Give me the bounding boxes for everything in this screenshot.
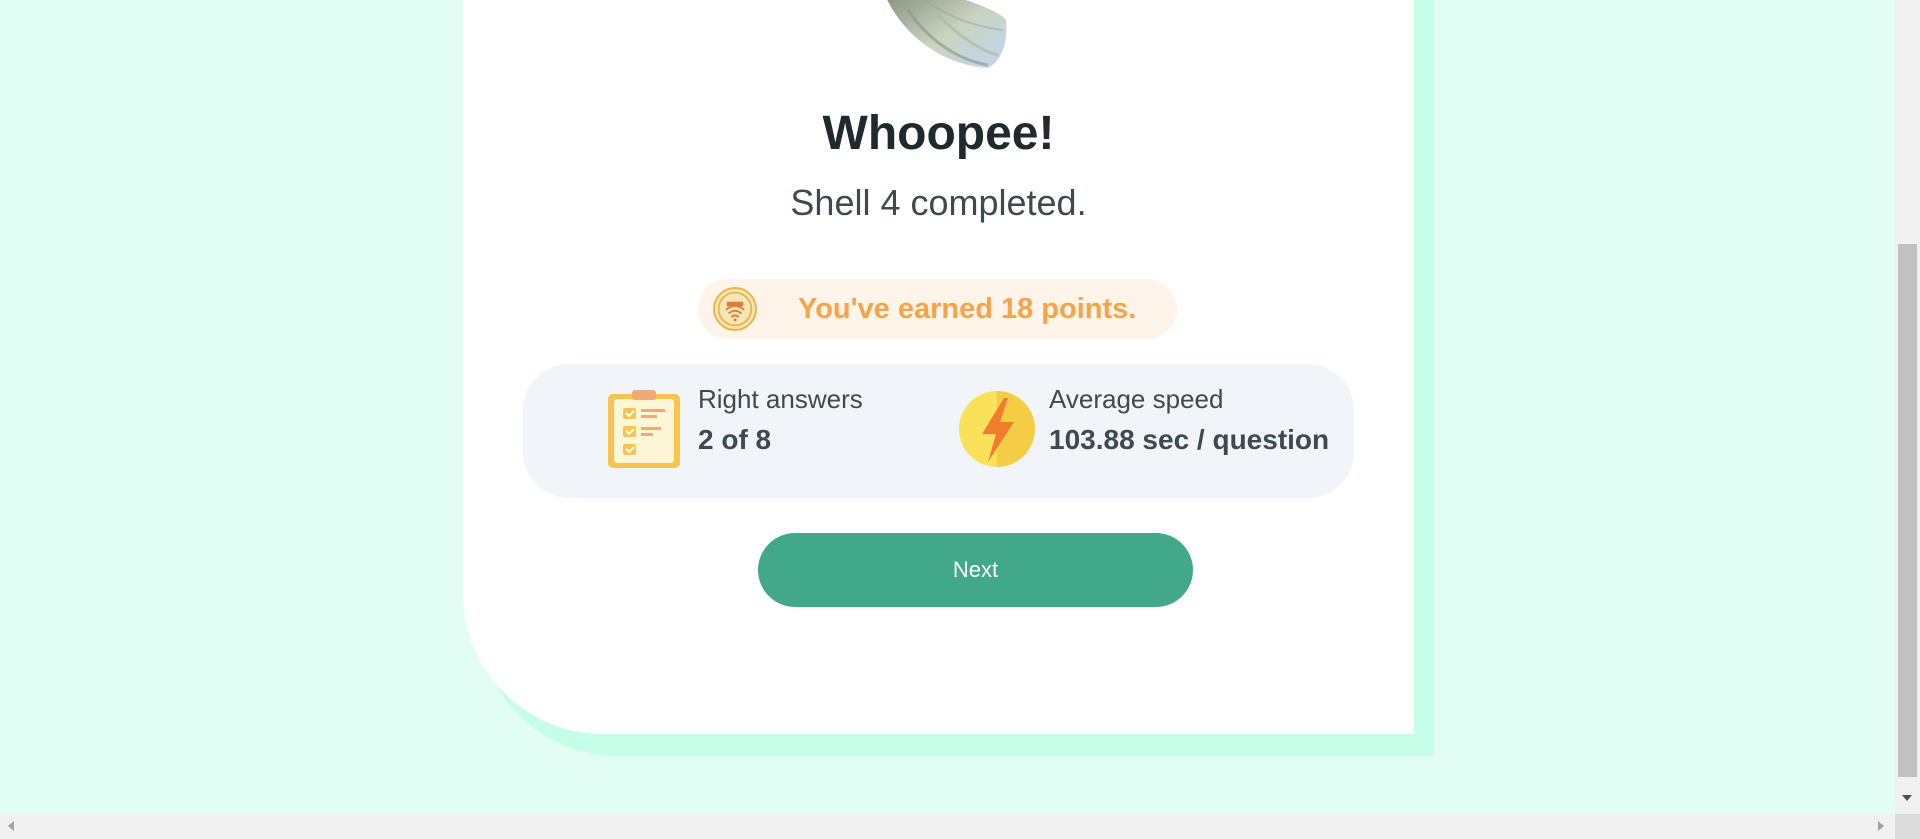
scroll-left-arrow-icon[interactable] [8,821,14,831]
right-answers-label: Right answers [698,384,863,414]
vertical-scrollbar[interactable] [1895,0,1920,814]
points-badge-icon [713,287,757,331]
result-subtitle: Shell 4 completed. [790,182,1087,223]
stats-panel: Right answers 2 of 8 Average speed 103.8… [523,364,1354,498]
stat-average-speed: Average speed 103.88 sec / question [958,364,1354,498]
page-viewport: Whoopee! Shell 4 completed. You've earne… [0,0,1895,814]
points-earned-banner: You've earned 18 points. [698,279,1177,339]
result-title: Whoopee! [822,107,1055,160]
average-speed-label: Average speed [1049,384,1224,414]
next-button[interactable]: Next [758,533,1193,607]
shell-icon [887,0,1007,68]
scroll-right-arrow-icon[interactable] [1878,821,1884,831]
right-answers-value: 2 of 8 [698,424,772,455]
points-earned-text: You've earned 18 points. [798,293,1137,325]
scrollbar-corner [1895,814,1920,839]
average-speed-value: 103.88 sec / question [1049,424,1330,455]
horizontal-scrollbar[interactable] [0,814,1895,839]
stat-right-answers: Right answers 2 of 8 [523,364,938,498]
lightning-icon [959,391,1035,467]
clipboard-checklist-icon [608,390,680,468]
scroll-down-arrow-icon[interactable] [1902,795,1912,801]
vertical-scrollbar-thumb[interactable] [1898,244,1917,777]
